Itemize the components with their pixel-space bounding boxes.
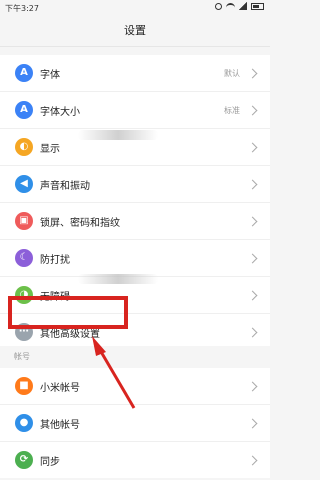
- setting-value: 标准: [224, 105, 240, 115]
- display-icon: ◐: [15, 138, 33, 156]
- status-time: 下午3:27: [5, 4, 39, 13]
- setting-value: 默认: [224, 68, 240, 78]
- sync-icon: ⟳: [15, 451, 33, 469]
- mi-account-icon: ■: [15, 377, 33, 395]
- setting-row[interactable]: ⋯ 其他高级设置: [0, 314, 270, 350]
- chevron-right-icon: [247, 381, 258, 391]
- setting-label: 字体大小: [40, 106, 80, 118]
- alarm-icon: [215, 2, 222, 10]
- do-not-disturb-icon: ☾: [15, 249, 33, 267]
- accounts-list: ■ 小米帐号 ● 其他帐号 ⟳ 同步: [0, 368, 270, 478]
- other-account-icon: ●: [15, 414, 33, 432]
- lock-icon: ▣: [15, 212, 33, 230]
- chevron-right-icon: [247, 105, 258, 115]
- accounts-section-header: 帐号: [0, 346, 270, 368]
- setting-row[interactable]: ▣ 锁屏、密码和指纹: [0, 203, 270, 240]
- account-label: 同步: [40, 456, 60, 468]
- status-bar: 下午3:27: [0, 0, 270, 16]
- chevron-right-icon: [247, 290, 258, 300]
- font-size-icon: A: [15, 101, 33, 119]
- chevron-right-icon: [247, 327, 258, 337]
- accounts-section-title: 帐号: [14, 352, 30, 361]
- account-label: 其他帐号: [40, 419, 80, 431]
- chevron-right-icon: [247, 142, 258, 152]
- wifi-icon: [226, 3, 235, 9]
- account-label: 小米帐号: [40, 382, 80, 394]
- font-icon: A: [15, 64, 33, 82]
- settings-list: A 字体 默认 A 字体大小 标准 ◐ 显示 ◀ 声音和振动 ▣ 锁屏、密码和指纹 ☾ 防打扰 ◑ 无障碍 ⋯ 其…: [0, 55, 270, 350]
- chevron-right-icon: [247, 179, 258, 189]
- account-row[interactable]: ■ 小米帐号: [0, 368, 270, 405]
- status-icons: [215, 2, 264, 10]
- account-row[interactable]: ⟳ 同步: [0, 442, 270, 478]
- chevron-right-icon: [247, 216, 258, 226]
- setting-label: 无障碍: [40, 291, 70, 303]
- accessibility-icon: ◑: [15, 286, 33, 304]
- signal-icon: [239, 2, 247, 10]
- setting-row[interactable]: ◀ 声音和振动: [0, 166, 270, 203]
- watermark-blur: [78, 274, 158, 284]
- setting-label: 声音和振动: [40, 180, 90, 192]
- account-row[interactable]: ● 其他帐号: [0, 405, 270, 442]
- chevron-right-icon: [247, 68, 258, 78]
- setting-label: 锁屏、密码和指纹: [40, 217, 120, 229]
- page-title: 设置: [124, 24, 146, 37]
- battery-icon: [251, 2, 264, 10]
- page-title-bar: 设置: [0, 16, 270, 47]
- watermark-blur: [78, 130, 158, 140]
- setting-row[interactable]: A 字体 默认: [0, 55, 270, 92]
- chevron-right-icon: [247, 253, 258, 263]
- setting-label: 显示: [40, 143, 60, 155]
- chevron-right-icon: [247, 418, 258, 428]
- more-icon: ⋯: [15, 323, 33, 341]
- setting-label: 字体: [40, 69, 60, 81]
- setting-label: 其他高级设置: [40, 328, 100, 340]
- sound-icon: ◀: [15, 175, 33, 193]
- setting-label: 防打扰: [40, 254, 70, 266]
- setting-row[interactable]: ☾ 防打扰: [0, 240, 270, 277]
- chevron-right-icon: [247, 455, 258, 465]
- setting-row[interactable]: A 字体大小 标准: [0, 92, 270, 129]
